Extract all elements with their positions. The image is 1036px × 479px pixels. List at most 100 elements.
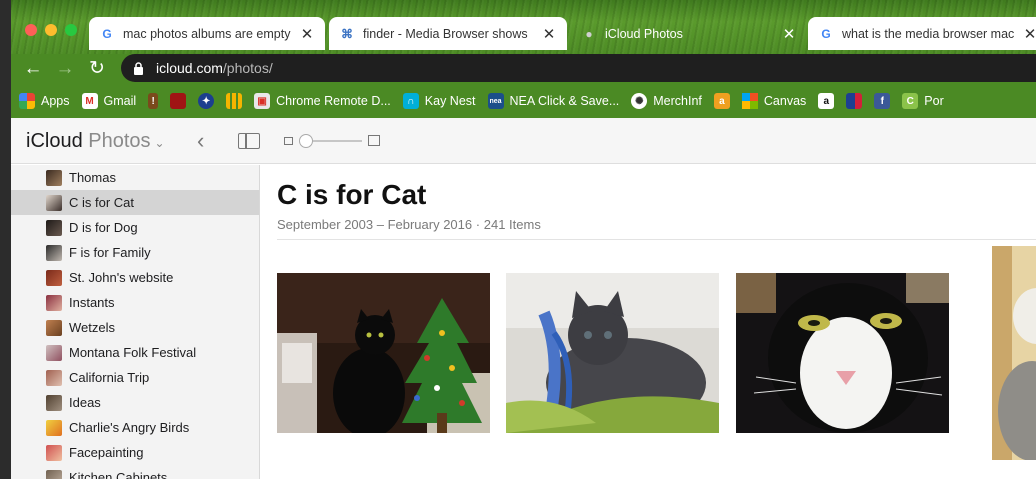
back-button[interactable]: ‹	[197, 128, 204, 154]
album-thumbnail	[46, 194, 62, 211]
facebook-icon: f	[874, 93, 891, 109]
bookmark-label: NEA Click & Save...	[509, 94, 620, 108]
bookmark-mlb[interactable]	[846, 93, 863, 109]
album-content: C is for Cat September 2003 – February 2…	[261, 165, 1036, 479]
bookmark-nea[interactable]: nea NEA Click & Save...	[487, 93, 620, 109]
bookmark-amazon-1[interactable]: a	[713, 93, 730, 109]
bookmarks-bar: Apps M Gmail ! ✦ ▣ Chrome Remote D... ∩ Kay…	[11, 84, 1036, 118]
sidebar-item-label: California Trip	[69, 370, 150, 385]
bookmark-chrome-remote[interactable]: ▣ Chrome Remote D...	[254, 93, 391, 109]
photo-thumbnail[interactable]	[277, 273, 490, 433]
bookmark-facebook[interactable]: f	[874, 93, 891, 109]
reload-icon[interactable]: ↻	[86, 58, 108, 80]
bookmark-label: Gmail	[103, 94, 137, 108]
tuxedo-cat-face-photo	[736, 273, 949, 433]
bookmark-gmail[interactable]: M Gmail	[81, 93, 137, 109]
sidebar-item-wetzels[interactable]: Wetzels	[11, 315, 259, 340]
bookmark-5[interactable]: ✦	[198, 93, 215, 109]
header-divider	[277, 239, 1036, 240]
close-tab-icon[interactable]: ✕	[1022, 25, 1036, 43]
tab-2[interactable]: ⌘ finder - Media Browser shows ✕	[329, 17, 567, 50]
sidebar-item-c-is-for-cat[interactable]: C is for Cat	[11, 190, 259, 215]
bookmark-4[interactable]	[170, 93, 187, 109]
sidebar-item-label: C is for Cat	[69, 195, 135, 210]
sidebar-item-label: Charlie's Angry Birds	[69, 420, 190, 435]
close-tab-icon[interactable]: ✕	[299, 25, 315, 43]
sidebar-item-ideas[interactable]: Ideas	[11, 390, 259, 415]
sidebar-item-label: Instants	[69, 295, 115, 310]
sidebar-toggle-icon[interactable]	[238, 133, 260, 149]
merchinf-icon: ✺	[631, 93, 648, 109]
tab-3-active[interactable]: ● iCloud Photos ✕	[571, 17, 807, 50]
url-text: icloud.com/photos/	[156, 60, 273, 76]
album-thumbnail	[46, 169, 62, 186]
chevron-down-icon: ⌄	[154, 136, 165, 150]
large-photo-icon	[368, 135, 380, 146]
sidebar-item-california-trip[interactable]: California Trip	[11, 365, 259, 390]
sidebar-item-label: Wetzels	[69, 320, 115, 335]
sidebar-item-thomas[interactable]: Thomas	[11, 165, 259, 190]
sidebar-item-label: Facepainting	[69, 445, 144, 460]
tab-1[interactable]: G mac photos albums are empty ✕	[89, 17, 325, 50]
browser-chrome: G mac photos albums are empty ✕ ⌘ finder…	[11, 0, 1036, 118]
small-photo-icon	[284, 137, 293, 145]
sidebar-item-st-johns-website[interactable]: St. John's website	[11, 265, 259, 290]
tab-title: what is the media browser mac	[842, 26, 1015, 41]
bookmark-label: Kay Nest	[424, 94, 476, 108]
brand-icloud: iCloud	[26, 130, 83, 152]
minimize-window-button[interactable]	[45, 24, 57, 36]
album-meta: September 2003 – February 2016 · 241 Ite…	[277, 217, 541, 232]
bookmark-6[interactable]	[226, 93, 243, 109]
tab-title: finder - Media Browser shows	[363, 26, 528, 41]
sidebar-item-label: Ideas	[69, 395, 101, 410]
album-thumbnail	[46, 419, 62, 436]
tab-title: mac photos albums are empty	[123, 26, 291, 41]
photo-thumbnail[interactable]	[992, 246, 1036, 460]
album-item-count: 241 Items	[483, 217, 541, 232]
close-tab-icon[interactable]: ✕	[781, 25, 797, 43]
photo-thumbnail[interactable]	[736, 273, 949, 433]
c-icon: C	[902, 93, 919, 109]
album-thumbnail	[46, 219, 62, 236]
album-thumbnail	[46, 244, 62, 261]
sidebar-item-label: St. John's website	[69, 270, 174, 285]
zoom-slider[interactable]	[284, 134, 384, 148]
sidebar-item-montana-folk-festival[interactable]: Montana Folk Festival	[11, 340, 259, 365]
close-window-button[interactable]	[25, 24, 37, 36]
tab-4[interactable]: G what is the media browser mac ✕	[808, 17, 1036, 50]
bookmark-canvas[interactable]: Canvas	[741, 93, 806, 109]
lock-icon	[133, 61, 144, 75]
sidebar-item-label: Montana Folk Festival	[69, 345, 197, 360]
bookmark-kay-nest[interactable]: ∩ Kay Nest	[402, 93, 476, 109]
album-thumbnail	[46, 394, 62, 411]
slider-knob[interactable]	[299, 134, 313, 148]
bookmark-merchinf[interactable]: ✺ MerchInf	[631, 93, 702, 109]
app-title-menu[interactable]: iCloud Photos ⌄	[26, 130, 165, 153]
forward-icon[interactable]: →	[54, 58, 76, 80]
bookmark-label: Apps	[41, 94, 70, 108]
sidebar-item-charlies-angry-birds[interactable]: Charlie's Angry Birds	[11, 415, 259, 440]
bookmark-label: MerchInf	[653, 94, 702, 108]
tab-strip: G mac photos albums are empty ✕ ⌘ finder…	[11, 0, 1036, 54]
bookmark-por[interactable]: C Por	[902, 93, 944, 109]
amazon-icon: a	[713, 93, 730, 109]
bookmark-3[interactable]: !	[148, 93, 159, 109]
bookmark-label: Por	[924, 94, 944, 108]
gray-kitten-photo	[506, 273, 719, 433]
sidebar-item-d-is-for-dog[interactable]: D is for Dog	[11, 215, 259, 240]
sidebar-item-f-is-for-family[interactable]: F is for Family	[11, 240, 259, 265]
back-icon[interactable]: ←	[22, 58, 44, 80]
sidebar-item-kitchen-cabinets[interactable]: Kitchen Cabinets	[11, 465, 259, 479]
sidebar-item-facepainting[interactable]: Facepainting	[11, 440, 259, 465]
photo-thumbnail[interactable]	[506, 273, 719, 433]
bookmark-apps[interactable]: Apps	[19, 93, 70, 109]
address-bar[interactable]: icloud.com/photos/	[121, 54, 1036, 82]
maximize-window-button[interactable]	[65, 24, 77, 36]
mlb-icon	[846, 93, 863, 109]
sidebar-item-instants[interactable]: Instants	[11, 290, 259, 315]
bookmark-amazon-2[interactable]: a	[818, 93, 835, 109]
close-tab-icon[interactable]: ✕	[541, 25, 557, 43]
brand-photos: Photos	[88, 130, 151, 152]
bookmark-icon	[170, 93, 187, 109]
window-edge	[0, 0, 11, 479]
